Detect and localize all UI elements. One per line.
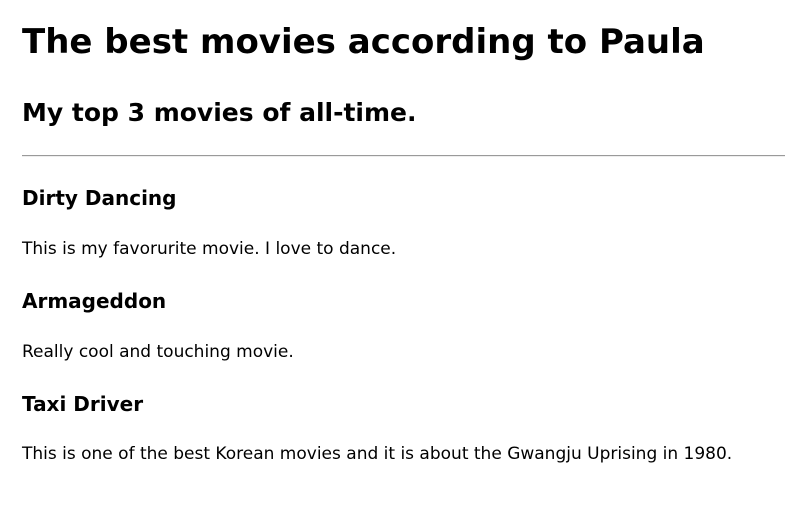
page-subtitle: My top 3 movies of all-time. <box>22 98 417 127</box>
movie-description-armageddon: Really cool and touching movie. <box>22 342 294 362</box>
movie-description-taxi-driver: This is one of the best Korean movies an… <box>22 444 733 464</box>
movie-title-armageddon: Armageddon <box>22 289 167 313</box>
page-title: The best movies according to Paula <box>22 22 705 62</box>
section-divider <box>22 155 785 157</box>
movie-description-dirty-dancing: This is my favorurite movie. I love to d… <box>22 239 397 259</box>
movie-page: The best movies according to Paula My to… <box>0 0 785 506</box>
movie-title-taxi-driver: Taxi Driver <box>22 392 144 416</box>
movie-title-dirty-dancing: Dirty Dancing <box>22 186 177 210</box>
